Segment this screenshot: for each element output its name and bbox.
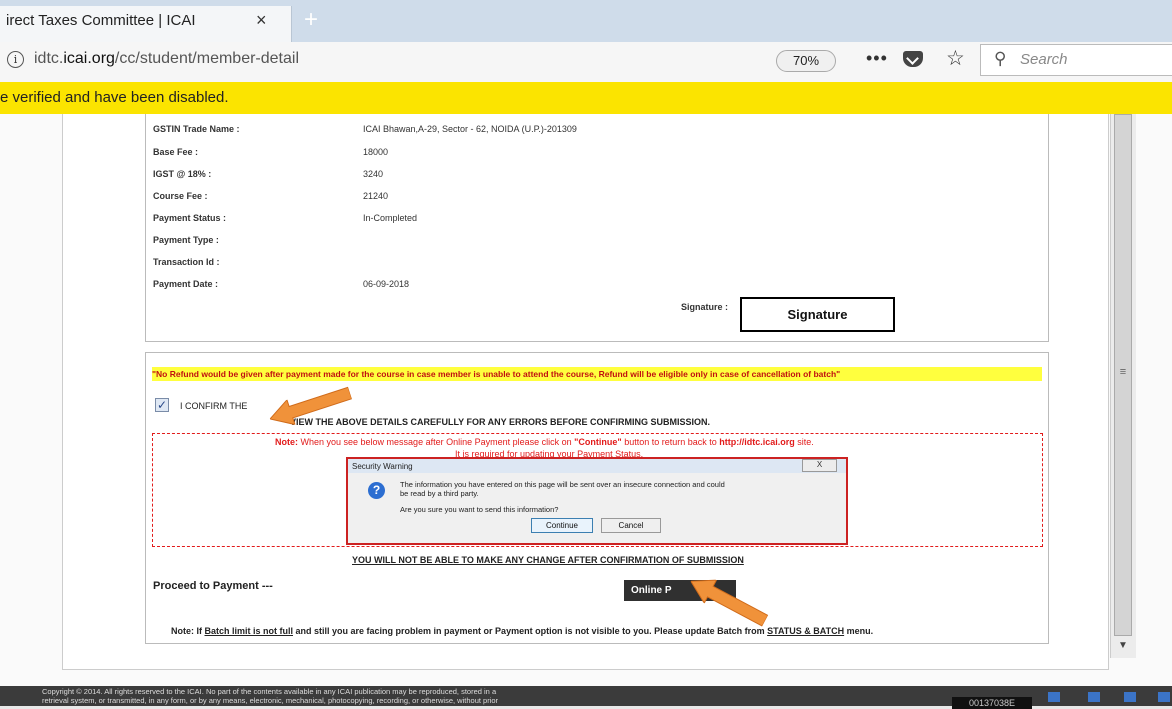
detail-value: 21240 <box>363 191 389 201</box>
dialog-message: The information you have entered on this… <box>400 480 725 489</box>
bottom-note-text: and still you are facing problem in paym… <box>293 626 768 636</box>
address-bar[interactable]: idtc.icai.org/cc/student/member-detail <box>34 50 299 68</box>
detail-label: Base Fee : <box>153 147 199 157</box>
bottom-note-text: If <box>194 626 205 636</box>
detail-value: In-Completed <box>363 213 418 223</box>
review-instruction: VIEW THE ABOVE DETAILS CAREFULLY FOR ANY… <box>290 417 711 427</box>
proceed-label: Proceed to Payment --- <box>153 580 273 592</box>
detail-label: Payment Status : <box>153 213 227 223</box>
bottom-note-label: Note: <box>171 626 194 636</box>
note-label: Note: <box>275 437 298 447</box>
facebook-icon[interactable] <box>1124 692 1136 702</box>
no-change-warning: YOU WILL NOT BE ABLE TO MAKE ANY CHANGE … <box>352 555 744 565</box>
search-icon: ⚲ <box>994 49 1007 68</box>
url-prefix: idtc. <box>34 50 64 67</box>
note-text: When you see below message after Online … <box>298 437 575 447</box>
url-domain: icai.org <box>63 50 115 67</box>
detail-value: ICAI Bhawan,A-29, Sector - 62, NOIDA (U.… <box>363 124 577 134</box>
batch-note: Note: If Batch limit is not full and sti… <box>171 626 873 636</box>
social-icon[interactable] <box>1088 692 1100 702</box>
refund-notice: "No Refund would be given after payment … <box>152 367 1042 381</box>
note-text: button to return back to <box>621 437 720 447</box>
detail-value: 18000 <box>363 147 389 157</box>
status-batch-link[interactable]: STATUS & BATCH <box>767 626 844 636</box>
dialog-title: Security Warning <box>352 462 413 471</box>
confirm-checkbox[interactable]: ✓ <box>155 398 169 412</box>
dialog-cancel-button[interactable]: Cancel <box>601 518 661 533</box>
detail-label: GSTIN Trade Name : <box>153 124 240 134</box>
signature-label: Signature : <box>681 302 729 312</box>
zoom-indicator[interactable]: 70% <box>776 50 836 72</box>
more-actions-icon[interactable]: ••• <box>866 48 888 69</box>
scroll-down-icon[interactable]: ▼ <box>1112 640 1134 651</box>
dialog-question: Are you sure you want to send this infor… <box>400 505 559 514</box>
note-site-link: http://idtc.icai.org <box>719 437 795 447</box>
copyright-text: retrieval system, or transmitted, in any… <box>42 696 499 705</box>
info-icon[interactable]: i <box>7 51 24 68</box>
search-placeholder: Search <box>1020 51 1068 68</box>
detail-label: Payment Date : <box>153 279 219 289</box>
new-tab-icon[interactable]: + <box>304 6 318 34</box>
payment-note: Note: When you see below message after O… <box>275 437 814 447</box>
dialog-close-icon[interactable]: X <box>802 459 837 472</box>
pocket-icon[interactable] <box>903 51 923 67</box>
bookmark-star-icon[interactable]: ☆ <box>946 46 965 71</box>
tab-close-icon[interactable]: × <box>256 10 267 31</box>
detail-value: 06-09-2018 <box>363 279 410 289</box>
twitter-icon[interactable] <box>1158 692 1170 702</box>
dialog-continue-button[interactable]: Continue <box>531 518 593 533</box>
payment-details-box <box>145 114 1049 342</box>
copyright-text: Copyright © 2014. All rights reserved to… <box>42 687 497 696</box>
detail-label: Payment Type : <box>153 235 219 245</box>
note-continue: "Continue" <box>574 437 622 447</box>
url-path: /cc/student/member-detail <box>114 50 299 67</box>
confirm-label: I CONFIRM THE <box>180 401 248 411</box>
dialog-message: be read by a third party. <box>400 489 479 498</box>
detail-label: Transaction Id : <box>153 257 220 267</box>
tab-title: irect Taxes Committee | ICAI <box>6 12 196 29</box>
detail-value: 3240 <box>363 169 384 179</box>
search-input[interactable] <box>980 44 1172 76</box>
notification-text: e verified and have been disabled. <box>0 89 229 106</box>
scroll-grip-icon: ≡ <box>1119 366 1127 378</box>
note-text: site. <box>794 437 814 447</box>
detail-label: IGST @ 18% : <box>153 169 212 179</box>
bottom-note-text: menu. <box>844 626 874 636</box>
visitor-counter: 00137038E <box>952 697 1032 709</box>
batch-limit-link[interactable]: Batch limit is not full <box>205 626 294 636</box>
question-icon: ? <box>368 482 385 499</box>
detail-label: Course Fee : <box>153 191 208 201</box>
dialog-title-bar <box>348 459 846 473</box>
signature-box: Signature <box>740 297 895 332</box>
social-icon[interactable] <box>1048 692 1060 702</box>
